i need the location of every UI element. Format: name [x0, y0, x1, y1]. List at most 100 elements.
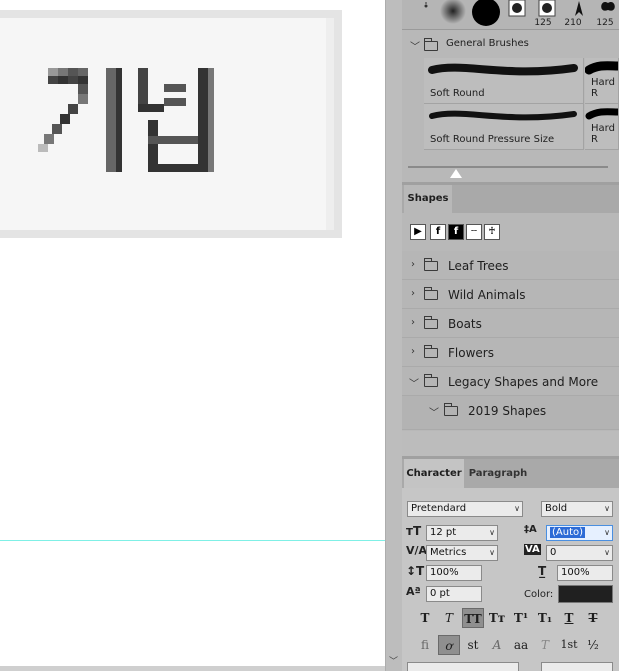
brush-preset[interactable]: 125	[504, 0, 552, 30]
horizontal-scale-field[interactable]: 100%	[557, 565, 613, 581]
ordinals-button[interactable]: 1st	[558, 635, 580, 655]
contextual-alternates-button[interactable]: st	[462, 635, 484, 655]
youtube-icon[interactable]: ▶	[410, 224, 426, 240]
pixel-art-text	[0, 10, 342, 238]
chevron-down-icon[interactable]: ﹀	[389, 654, 398, 667]
faux-italic-button[interactable]: T	[438, 608, 460, 628]
shape-folder-label: Leaf Trees	[448, 259, 509, 273]
face-brush-icon	[538, 0, 556, 17]
chevron-right-icon[interactable]: ›	[411, 288, 415, 299]
chevron-right-icon[interactable]: ›	[411, 259, 415, 270]
tracking-value: 0	[550, 547, 557, 558]
font-style-select[interactable]: Bold ∨	[541, 501, 613, 517]
brush-item-hard-round-2[interactable]: Hard R	[585, 104, 619, 150]
shape-folder-label: 2019 Shapes	[468, 404, 547, 418]
chevron-right-icon[interactable]: ›	[411, 317, 415, 328]
tracking-icon: VA	[524, 544, 541, 555]
facebook-square-icon[interactable]: f	[448, 224, 464, 240]
vertical-scale-icon: ↕T	[406, 564, 425, 578]
brush-preset[interactable]: 210	[534, 0, 582, 30]
vertical-scale-value: 100%	[430, 567, 459, 578]
discretionary-ligatures-button[interactable]: ơ	[438, 635, 460, 655]
tracking-select[interactable]: 0 ∨	[546, 545, 613, 561]
chevron-down-icon[interactable]: ﹀	[409, 375, 419, 390]
shape-folder-label: Boats	[448, 317, 482, 331]
language-select[interactable]	[407, 662, 519, 671]
slider-thumb[interactable]	[450, 169, 462, 178]
text-color-swatch[interactable]	[558, 585, 613, 603]
brush-item-hard-round[interactable]: Hard R	[585, 58, 619, 104]
brush-preview-size-slider[interactable]	[408, 166, 608, 168]
folder-icon	[424, 374, 438, 387]
pixel-art-layer[interactable]	[0, 10, 342, 238]
brush-label: Soft Round	[430, 88, 485, 99]
figure-brush-icon	[575, 1, 583, 16]
dash-line-icon[interactable]: ┄	[466, 224, 482, 240]
swash-button[interactable]: A	[486, 635, 508, 655]
tab-paragraph[interactable]: Paragraph	[465, 459, 531, 488]
subscript-button[interactable]: T₁	[534, 608, 556, 628]
kerning-icon: V/A	[406, 544, 428, 557]
right-panel: 125 210 125 150 ﹀ General Brushes	[402, 0, 619, 671]
brush-preset[interactable]: 125	[566, 0, 614, 30]
brush-label: Hard R	[591, 123, 615, 145]
face-brush-icon	[508, 0, 526, 17]
chevron-down-icon[interactable]: ﹀	[410, 38, 420, 53]
small-caps-button[interactable]: Tт	[486, 608, 508, 628]
font-size-value: 12 pt	[430, 527, 457, 538]
leading-icon: ‡A	[524, 524, 537, 535]
anti-aliasing-select[interactable]	[541, 662, 613, 671]
shape-folder-wild-animals[interactable]: › Wild Animals	[402, 280, 619, 309]
superscript-button[interactable]: T¹	[510, 608, 532, 628]
facebook-icon[interactable]: f	[430, 224, 446, 240]
brush-item-soft-round-pressure[interactable]: Soft Round Pressure Size	[424, 104, 584, 150]
brush-item-soft-round[interactable]: Soft Round	[424, 58, 584, 104]
brush-list: Soft Round Hard R Soft Round Pressure Si…	[402, 58, 619, 158]
tab-character[interactable]: Character	[404, 459, 464, 488]
strikethrough-button[interactable]: T	[582, 608, 604, 628]
ligatures-button[interactable]: fi	[414, 635, 436, 655]
vertical-scrollbar[interactable]: ﹀	[385, 0, 402, 671]
faux-bold-button[interactable]: T	[414, 608, 436, 628]
document-canvas[interactable]	[0, 0, 385, 671]
all-caps-button[interactable]: TT	[462, 608, 484, 628]
chevron-down-icon[interactable]: ﹀	[429, 404, 439, 419]
brush-preset[interactable]	[470, 0, 502, 30]
brush-presets-strip: 125 210 125 150	[402, 0, 619, 30]
color-label: Color:	[524, 589, 554, 600]
brush-label: Hard R	[591, 77, 615, 99]
shape-folder-flowers[interactable]: › Flowers	[402, 338, 619, 367]
shape-folder-legacy-shapes[interactable]: ﹀ Legacy Shapes and More	[402, 367, 619, 396]
titling-alternates-button[interactable]: T	[534, 635, 556, 655]
brush-preset[interactable]	[438, 0, 470, 30]
brush-group-header[interactable]: ﹀ General Brushes	[402, 32, 619, 56]
vertical-scale-field[interactable]: 100%	[426, 565, 482, 581]
horizontal-scale-value: 100%	[561, 567, 590, 578]
chevron-down-icon: ∨	[604, 504, 610, 513]
kerning-select[interactable]: Metrics ∨	[426, 545, 498, 561]
chevron-down-icon: ∨	[489, 548, 495, 557]
font-family-select[interactable]: Pretendard ∨	[407, 501, 523, 517]
shape-folder-boats[interactable]: › Boats	[402, 309, 619, 338]
shape-folder-label: Flowers	[448, 346, 494, 360]
stylistic-alternates-button[interactable]: aa	[510, 635, 532, 655]
font-size-field[interactable]: 12 pt ∨	[426, 525, 498, 541]
horizontal-scrollbar[interactable]	[0, 666, 385, 671]
brush-preset[interactable]	[414, 0, 436, 30]
horizontal-scale-icon: T̲	[538, 564, 547, 578]
fractions-button[interactable]: ½	[582, 635, 604, 655]
brush-stroke-preview	[428, 63, 578, 76]
folder-icon	[424, 38, 438, 51]
underline-button[interactable]: T	[558, 608, 580, 628]
figure-icon[interactable]: ♰	[484, 224, 500, 240]
brush-preset[interactable]: 150	[596, 0, 619, 30]
chevron-right-icon[interactable]: ›	[411, 346, 415, 357]
shape-folder-label: Legacy Shapes and More	[448, 375, 599, 389]
shape-folder-2019-shapes[interactable]: ﹀ 2019 Shapes	[402, 396, 619, 430]
character-panel: Pretendard ∨ Bold ∨ ᴛT 12 pt ∨ ‡A (Auto)…	[402, 488, 619, 671]
tab-shapes[interactable]: Shapes	[404, 185, 452, 213]
shape-folder-leaf-trees[interactable]: › Leaf Trees	[402, 251, 619, 280]
font-family-value: Pretendard	[411, 503, 467, 514]
leading-field[interactable]: (Auto) ∨	[546, 525, 613, 541]
baseline-shift-field[interactable]: 0 pt	[426, 586, 482, 602]
